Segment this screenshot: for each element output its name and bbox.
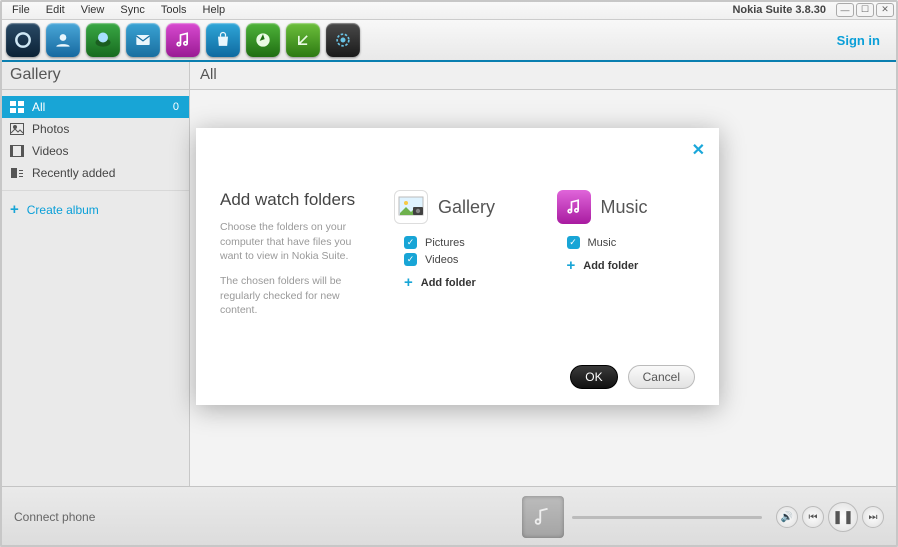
add-folder-label: Add folder <box>421 277 476 289</box>
contacts-icon[interactable] <box>46 23 80 57</box>
content-title: All <box>190 62 898 89</box>
grid-icon <box>10 101 24 113</box>
gallery-col-title: Gallery <box>438 197 495 218</box>
music-checkbox-row[interactable]: ✓ Music <box>567 236 696 249</box>
checkbox-label: Pictures <box>425 237 465 249</box>
cancel-button[interactable]: Cancel <box>628 365 695 389</box>
plus-icon: + <box>567 257 576 274</box>
sidebar-item-all[interactable]: All 0 <box>0 96 189 118</box>
update-icon[interactable] <box>286 23 320 57</box>
sidebar-item-label: Photos <box>32 122 69 136</box>
section-header: Gallery All <box>0 62 898 90</box>
close-button[interactable]: ✕ <box>876 3 894 17</box>
sidebar: All 0 Photos Videos Recently added + Cre… <box>0 90 190 486</box>
dialog-title: Add watch folders <box>220 190 370 210</box>
bottom-bar: Connect phone 🔊 ⏮ ❚❚ ⏭ <box>0 486 898 547</box>
volume-button[interactable]: 🔊 <box>776 506 798 528</box>
add-watch-folders-dialog: ✕ Add watch folders Choose the folders o… <box>196 128 719 405</box>
music-column: Music ✓ Music + Add folder <box>557 146 696 328</box>
plus-icon: + <box>404 274 413 291</box>
sidebar-title: Gallery <box>0 62 190 89</box>
menu-sync[interactable]: Sync <box>112 2 152 18</box>
connect-phone-label[interactable]: Connect phone <box>14 510 95 524</box>
store-icon[interactable] <box>206 23 240 57</box>
video-icon <box>10 145 24 157</box>
menu-tools[interactable]: Tools <box>153 2 195 18</box>
menu-bar: File Edit View Sync Tools Help Nokia Sui… <box>0 0 898 20</box>
gallery-column: Gallery ✓ Pictures ✓ Videos + Add folder <box>394 146 533 328</box>
menu-view[interactable]: View <box>73 2 113 18</box>
gallery-icon[interactable] <box>86 23 120 57</box>
dialog-close-button[interactable]: ✕ <box>692 140 705 160</box>
sidebar-item-count: 0 <box>173 101 179 113</box>
maps-icon[interactable] <box>246 23 280 57</box>
window-controls: — ☐ ✕ <box>836 3 894 17</box>
progress-bar[interactable] <box>572 516 762 519</box>
music-col-icon <box>557 190 591 224</box>
app-title: Nokia Suite 3.8.30 <box>732 4 826 16</box>
dialog-desc-1: Choose the folders on your computer that… <box>220 220 370 264</box>
gallery-add-folder-button[interactable]: + Add folder <box>404 274 533 291</box>
music-player: 🔊 ⏮ ❚❚ ⏭ <box>522 496 884 538</box>
dialog-desc-2: The chosen folders will be regularly che… <box>220 274 370 318</box>
videos-checkbox-row[interactable]: ✓ Videos <box>404 253 533 266</box>
checkbox-label: Music <box>588 237 617 249</box>
checkbox-checked-icon: ✓ <box>404 253 417 266</box>
music-icon[interactable] <box>166 23 200 57</box>
sidebar-item-photos[interactable]: Photos <box>0 118 189 140</box>
menu-edit[interactable]: Edit <box>38 2 73 18</box>
minimize-button[interactable]: — <box>836 3 854 17</box>
home-icon[interactable] <box>6 23 40 57</box>
create-album-label: Create album <box>27 203 99 217</box>
gallery-col-icon <box>394 190 428 224</box>
add-folder-label: Add folder <box>583 260 638 272</box>
sidebar-item-recent[interactable]: Recently added <box>0 162 189 184</box>
menu-help[interactable]: Help <box>195 2 234 18</box>
play-pause-button[interactable]: ❚❚ <box>828 502 858 532</box>
recent-icon <box>10 167 24 179</box>
plus-icon: + <box>10 201 19 218</box>
checkbox-checked-icon: ✓ <box>404 236 417 249</box>
create-album-button[interactable]: + Create album <box>0 190 189 228</box>
menu-file[interactable]: File <box>4 2 38 18</box>
next-button[interactable]: ⏭ <box>862 506 884 528</box>
ok-button[interactable]: OK <box>570 365 617 389</box>
checkbox-checked-icon: ✓ <box>567 236 580 249</box>
sidebar-item-label: Videos <box>32 144 68 158</box>
maximize-button[interactable]: ☐ <box>856 3 874 17</box>
sidebar-item-label: All <box>32 100 45 114</box>
sidebar-item-videos[interactable]: Videos <box>0 140 189 162</box>
main-toolbar: Sign in <box>0 20 898 62</box>
checkbox-label: Videos <box>425 254 458 266</box>
photo-icon <box>10 123 24 135</box>
sign-in-link[interactable]: Sign in <box>837 33 880 48</box>
music-add-folder-button[interactable]: + Add folder <box>567 257 696 274</box>
album-art <box>522 496 564 538</box>
sidebar-item-label: Recently added <box>32 166 115 180</box>
settings-icon[interactable] <box>326 23 360 57</box>
pictures-checkbox-row[interactable]: ✓ Pictures <box>404 236 533 249</box>
messaging-icon[interactable] <box>126 23 160 57</box>
prev-button[interactable]: ⏮ <box>802 506 824 528</box>
music-col-title: Music <box>601 197 648 218</box>
